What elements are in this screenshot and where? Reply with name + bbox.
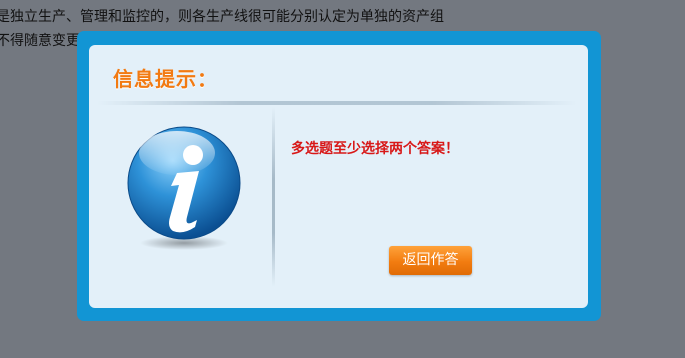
dialog-title: 信息提示： — [113, 67, 218, 91]
message-text: 多选题至少选择两个答案！ — [291, 141, 459, 157]
info-dialog: 信息提示： 多选题至少选择两个答案！ 返回作答 — [77, 31, 601, 321]
dialog-panel: 信息提示： 多选题至少选择两个答案！ 返回作答 — [89, 45, 588, 308]
content-divider — [272, 107, 275, 287]
title-divider — [97, 101, 577, 105]
return-button[interactable]: 返回作答 — [389, 246, 472, 275]
info-icon — [127, 126, 241, 250]
background-text-line-1: 是独立生产、管理和监控的，则各生产线很可能分别认定为单独的资产组 — [0, 9, 444, 25]
background-text-line-2: 不得随意变更 — [0, 33, 80, 49]
